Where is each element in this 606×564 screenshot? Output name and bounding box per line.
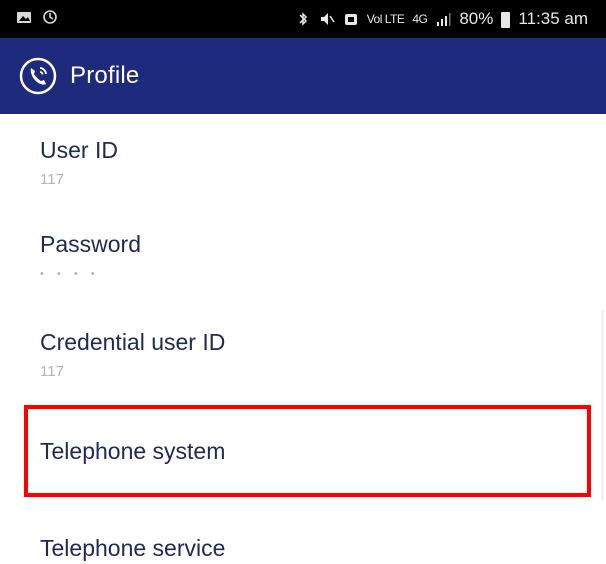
pref-user-id[interactable]: User ID 117 [40,136,582,190]
app-bar: Profile [0,38,606,114]
alarm-icon [344,14,357,25]
sync-icon [43,10,57,24]
image-icon [17,12,31,23]
pref-title: Password [40,231,141,257]
phone-logo-icon[interactable] [18,56,58,96]
page-title: Profile [70,62,140,89]
signal-type: 4G [412,12,428,26]
signal-strength-icon [437,13,451,26]
scrollbar[interactable] [601,310,604,500]
pref-title: User ID [40,137,118,163]
pref-summary: 117 [40,363,64,380]
mute-icon [320,13,335,25]
pref-title: Credential user ID [40,329,226,355]
clock: 11:35 am [518,9,588,28]
pref-title: Telephone system [40,438,226,464]
status-bar: Vol LTE 4G 80% 11:35 am [0,0,606,38]
pref-summary: • • • • [40,268,100,280]
battery-percent: 80% [459,9,494,28]
status-right-icons: Vol LTE 4G 80% 11:35 am [295,0,588,38]
volte-indicator: Vol LTE [366,12,405,26]
pref-telephone-system[interactable]: Telephone system [40,437,582,465]
pref-password[interactable]: Password • • • • [40,230,582,284]
battery-icon [501,12,511,28]
app-screen: Vol LTE 4G 80% 11:35 am Profile User ID … [0,0,606,564]
status-left-icons [16,9,58,25]
pref-telephone-service[interactable]: Telephone service [40,534,582,562]
bluetooth-icon [299,12,307,26]
pref-summary: 117 [40,171,64,188]
pref-credential-user-id[interactable]: Credential user ID 117 [40,328,582,382]
pref-title: Telephone service [40,535,226,561]
